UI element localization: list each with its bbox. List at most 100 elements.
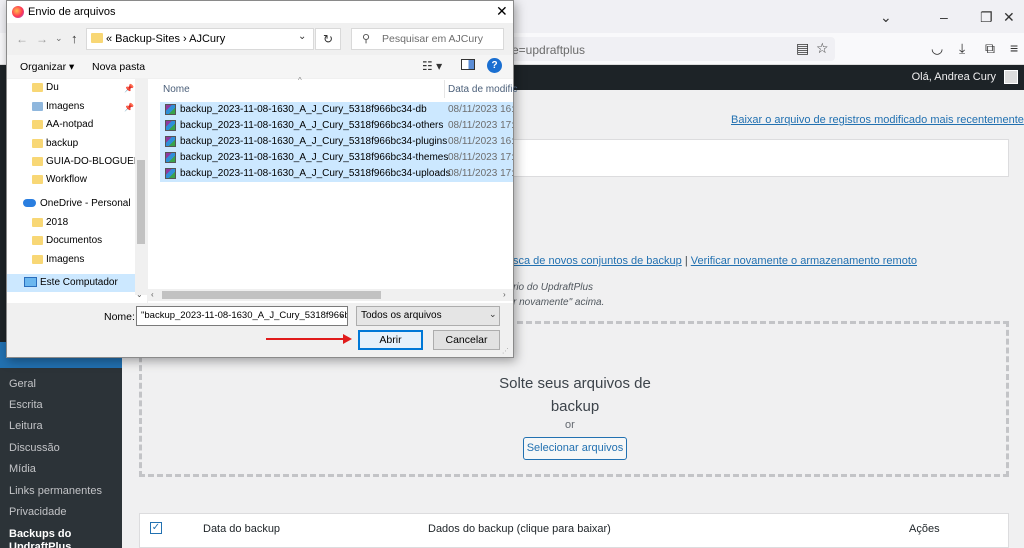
submenu-item-backups-updraftplus[interactable]: Backups do UpdraftPlus [9,528,119,548]
column-header-date[interactable]: Data de modific [448,84,517,95]
new-folder-button[interactable]: Nova pasta [92,61,145,73]
nav-item-aa-notpad[interactable]: AA-notpad [46,119,93,130]
rescan-links: sca de novos conjuntos de backup | Verif… [513,255,917,267]
bookmark-star-icon[interactable]: ☆ [816,40,829,57]
submenu-item-leitura[interactable]: Leitura [9,420,43,432]
close-icon[interactable]: ✕ [496,3,508,20]
nav-item-guia-do-blogueiro[interactable]: GUIA-DO-BLOGUEIRO [46,156,136,167]
reader-view-icon[interactable]: ▤ [796,40,809,57]
avatar[interactable] [1004,70,1018,84]
hscrollbar-thumb[interactable] [162,291,381,299]
pocket-icon[interactable]: ◡ [931,40,943,57]
file-name[interactable]: backup_2023-11-08-1630_A_J_Cury_5318f966… [180,120,443,131]
organize-menu[interactable]: Organizar ▾ [20,61,74,73]
file-date: 08/11/2023 16:52 [448,104,513,115]
download-icon[interactable]: ⤓ [959,40,965,57]
rescan-remote-link[interactable]: Verificar novamente o armazenamento remo… [691,255,917,267]
chevron-down-icon[interactable]: ⌄ [298,31,306,42]
user-greeting[interactable]: Olá, Andrea Cury [912,71,996,83]
scroll-right-icon[interactable]: › [503,290,506,299]
submenu-item-midia[interactable]: Mídia [9,463,36,475]
nav-item-imagens-onedrive[interactable]: Imagens [46,254,84,265]
filetype-select[interactable]: Todos os arquivos [356,306,500,326]
firefox-icon [12,6,24,18]
submenu-item-privacidade[interactable]: Privacidade [9,506,66,518]
computer-icon [24,277,37,287]
minimize-icon[interactable]: – [940,9,948,25]
open-button[interactable]: Abrir [358,330,423,350]
preview-pane-icon[interactable] [461,59,475,70]
submenu-item-geral[interactable]: Geral [9,378,36,390]
folder-icon [32,120,43,129]
annotation-arrow-shaft [266,338,348,340]
resize-grip-icon[interactable]: ⋰ [502,347,509,355]
rescan-local-link[interactable]: sca de novos conjuntos de backup [513,255,682,267]
folder-icon [32,175,43,184]
cancel-button[interactable]: Cancelar [433,330,500,350]
scroll-left-icon[interactable]: ‹ [151,290,154,299]
archive-file-icon [165,104,176,115]
filename-input[interactable]: "backup_2023-11-08-1630_A_J_Cury_5318f96… [136,306,348,326]
help-button[interactable]: ? [487,58,502,73]
drop-zone-or: or [565,419,575,431]
select-all-checkbox[interactable]: ✓ [150,522,162,534]
nav-item-onedrive[interactable]: OneDrive - Personal [40,198,131,209]
separator: | [684,255,688,267]
file-name[interactable]: backup_2023-11-08-1630_A_J_Cury_5318f966… [180,152,448,163]
nav-item-du[interactable]: Du [46,82,59,93]
nav-item-documentos[interactable]: Documentos [46,235,102,246]
filename-label: Nome: [104,311,135,323]
recent-locations-icon[interactable]: ⌄ [55,33,63,44]
refresh-button[interactable]: ↻ [315,28,341,50]
search-icon: ⚲ [362,33,371,45]
submenu-item-discussao[interactable]: Discussão [9,442,60,454]
column-divider[interactable] [444,80,445,98]
view-options-icon[interactable]: ☷ ▾ [422,59,442,73]
pictures-folder-icon [32,102,43,111]
settings-submenu [0,368,122,548]
archive-file-icon [165,120,176,131]
nav-item-imagens[interactable]: Imagens [46,101,84,112]
chevron-down-icon[interactable]: ⌄ [880,9,892,26]
navigation-pane [7,79,147,303]
drop-zone-title: Solte seus arquivos de backup [499,375,651,415]
back-arrow-icon[interactable]: ← [16,32,28,46]
download-log-link[interactable]: Baixar o arquivo de registros modificado… [731,114,1024,126]
nav-item-2018[interactable]: 2018 [46,217,68,228]
close-window-icon[interactable]: ✕ [1003,9,1015,26]
sort-caret-icon: ^ [298,76,302,85]
extensions-icon[interactable]: ⧉ [985,40,995,57]
forward-arrow-icon[interactable]: → [36,32,48,46]
file-name[interactable]: backup_2023-11-08-1630_A_J_Cury_5318f966… [180,136,447,147]
nav-item-workflow[interactable]: Workflow [46,174,87,185]
pin-icon: 📌 [124,84,134,93]
chevron-down-icon[interactable]: ⌄ [338,309,346,320]
folder-icon [32,83,43,92]
file-date: 08/11/2023 17:04 [448,120,513,131]
search-placeholder: Pesquisar em AJCury [382,33,483,45]
restore-icon[interactable]: ❐ [980,9,993,26]
annotation-arrow-icon [343,334,352,344]
chevron-down-icon[interactable]: ⌄ [489,309,497,320]
file-name[interactable]: backup_2023-11-08-1630_A_J_Cury_5318f966… [180,168,451,179]
scroll-down-icon[interactable]: ⌄ [136,290,143,299]
nav-scrollbar-thumb[interactable] [137,160,145,244]
address-breadcrumb[interactable]: « Backup-Sites › AJCury [106,33,225,45]
folder-icon [32,157,43,166]
col-backup-data: Dados do backup (clique para baixar) [428,523,611,535]
submenu-item-escrita[interactable]: Escrita [9,399,43,411]
submenu-item-links-permanentes[interactable]: Links permanentes [9,485,102,497]
nav-item-backup[interactable]: backup [46,138,78,149]
log-box [513,139,1009,177]
select-files-button[interactable]: Selecionar arquivos [523,437,627,460]
up-arrow-icon[interactable]: ↑ [71,31,78,46]
refresh-icon: ↻ [322,32,334,46]
pin-icon: 📌 [124,103,134,112]
file-name[interactable]: backup_2023-11-08-1630_A_J_Cury_5318f966… [180,104,427,115]
nav-item-este-computador[interactable]: Este Computador [40,277,118,288]
cloud-icon [23,199,36,207]
column-header-name[interactable]: Nome [163,84,190,95]
note-line-2: r novamente" acima. [513,297,605,308]
menu-icon[interactable]: ≡ [1010,40,1018,56]
folder-icon [32,139,43,148]
